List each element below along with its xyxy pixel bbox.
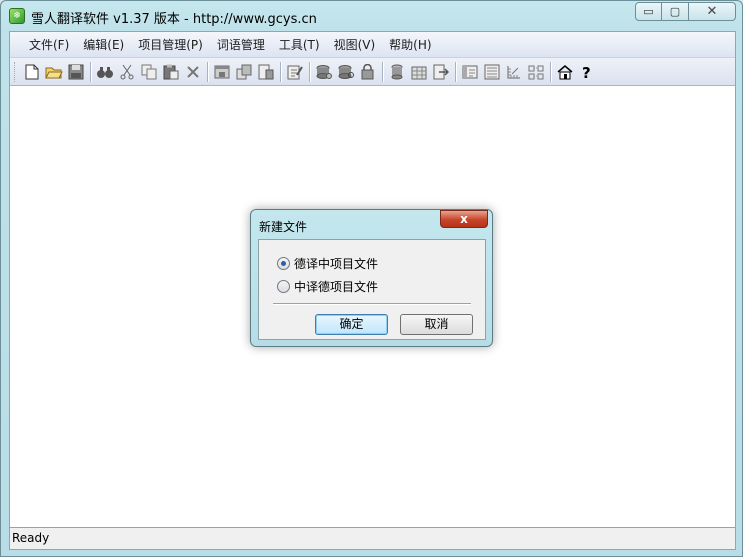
save-icon[interactable] (65, 61, 87, 83)
minimize-button[interactable]: ▭ (635, 2, 662, 21)
delete-icon[interactable] (182, 61, 204, 83)
toolbar-separator (90, 61, 91, 82)
menu-terms[interactable]: 词语管理 (210, 35, 272, 55)
close-icon: ✕ (706, 4, 718, 19)
cut-icon[interactable] (116, 61, 138, 83)
title-bar[interactable]: ❄ 雪人翻译软件 v1.37 版本 - http://www.gcys.cn ▭… (1, 1, 742, 29)
window-icon[interactable] (211, 61, 233, 83)
option-de-zh[interactable]: 德译中项目文件 (277, 255, 378, 272)
menu-help[interactable]: 帮助(H) (382, 35, 438, 55)
status-text: Ready (12, 531, 50, 545)
dialog-close-button[interactable]: x (440, 210, 488, 228)
option-zh-de[interactable]: 中译德项目文件 (277, 278, 378, 295)
app-icon: ❄ (9, 8, 25, 24)
close-icon: x (460, 212, 468, 226)
doc-icon[interactable] (255, 61, 277, 83)
stack-icon[interactable] (233, 61, 255, 83)
toolbar-separator (455, 61, 456, 82)
toolbar-grip[interactable] (14, 61, 17, 82)
db-settings-icon[interactable] (313, 61, 335, 83)
ruler-icon[interactable] (503, 61, 525, 83)
option-label: 德译中项目文件 (294, 257, 379, 271)
panel-icon[interactable] (459, 61, 481, 83)
menu-file[interactable]: 文件(F) (22, 35, 76, 55)
menu-edit[interactable]: 编辑(E) (76, 35, 131, 55)
copy-icon[interactable] (138, 61, 160, 83)
ok-button[interactable]: 确定 (315, 314, 388, 335)
menu-view[interactable]: 视图(V) (327, 35, 383, 55)
toolbar-separator (550, 61, 551, 82)
toolbar-separator (280, 61, 281, 82)
window-controls: ▭ ▢ ✕ (635, 2, 736, 21)
open-folder-icon[interactable] (43, 61, 65, 83)
radio-button-checked[interactable] (277, 257, 290, 270)
dialog-divider (273, 303, 471, 305)
toolbar-separator (309, 61, 310, 82)
grid-icon[interactable] (408, 61, 430, 83)
cancel-button[interactable]: 取消 (400, 314, 473, 335)
help-icon[interactable]: ? (576, 61, 598, 83)
menu-project[interactable]: 项目管理(P) (131, 35, 210, 55)
dialog-title: 新建文件 (259, 220, 308, 234)
radio-button[interactable] (277, 280, 290, 293)
cylinder-icon[interactable] (386, 61, 408, 83)
export-icon[interactable] (430, 61, 452, 83)
home-icon[interactable] (554, 61, 576, 83)
menu-bar: 文件(F) 编辑(E) 项目管理(P) 词语管理 工具(T) 视图(V) 帮助(… (10, 32, 735, 58)
status-bar: Ready (10, 527, 735, 549)
toolbar: ? (10, 58, 735, 86)
maximize-button[interactable]: ▢ (662, 2, 689, 21)
option-label: 中译德项目文件 (294, 280, 379, 294)
db-refresh-icon[interactable] (335, 61, 357, 83)
paste-icon[interactable] (160, 61, 182, 83)
maximize-icon: ▢ (669, 5, 681, 18)
minimize-icon: ▭ (643, 5, 654, 18)
menu-tools[interactable]: 工具(T) (272, 35, 327, 55)
split-icon[interactable] (525, 61, 547, 83)
toolbar-separator (382, 61, 383, 82)
find-icon[interactable] (94, 61, 116, 83)
toolbar-separator (207, 61, 208, 82)
close-button[interactable]: ✕ (689, 2, 736, 21)
new-file-icon[interactable] (21, 61, 43, 83)
new-file-dialog: 新建文件 x 德译中项目文件 中译德项目文件 确定 取消 (250, 209, 493, 347)
dialog-body: 德译中项目文件 中译德项目文件 确定 取消 (258, 239, 486, 340)
svg-text:?: ? (582, 64, 591, 80)
list-icon[interactable] (481, 61, 503, 83)
window-title: 雪人翻译软件 v1.37 版本 - http://www.gcys.cn (31, 12, 317, 27)
db-lock-icon[interactable] (357, 61, 379, 83)
edit-icon[interactable] (284, 61, 306, 83)
